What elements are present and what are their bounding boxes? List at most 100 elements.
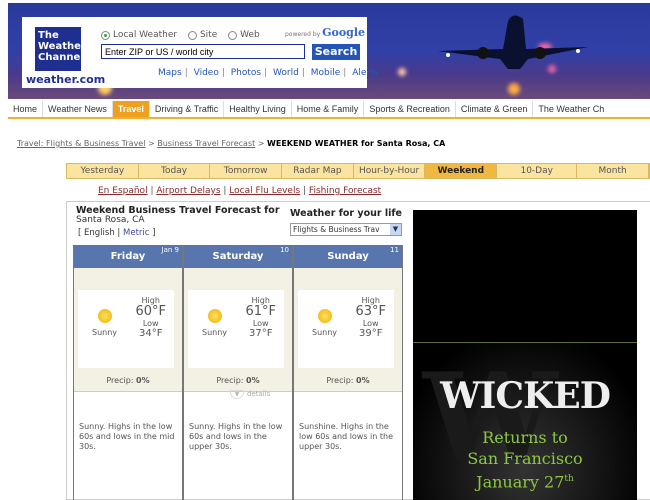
breadcrumb-travel[interactable]: Travel: Flights & Business Travel	[17, 139, 145, 148]
link-maps[interactable]: Maps	[158, 68, 182, 78]
precip-value: 0%	[246, 376, 260, 385]
day-header[interactable]: Friday Jan 9	[74, 245, 182, 268]
ad-date: January 27	[476, 472, 565, 492]
link-espanol[interactable]: En Español	[98, 186, 148, 196]
day-date: 11	[390, 246, 399, 254]
breadcrumb: Travel: Flights & Business Travel > Busi…	[17, 139, 445, 148]
tab-yesterday[interactable]: Yesterday	[67, 164, 139, 178]
bracket: ]	[152, 228, 156, 238]
low-temp: 39°F	[358, 328, 383, 339]
sub-links: En Español | Airport Delays | Local Flu …	[98, 186, 382, 196]
nav-home-family[interactable]: Home & Family	[292, 101, 365, 117]
weather-channel-logo[interactable]: The Weather Channel	[35, 27, 86, 71]
airplane-image	[438, 15, 588, 70]
metric-units-link[interactable]: Metric	[123, 228, 149, 238]
link-mobile[interactable]: Mobile	[311, 68, 341, 78]
radio-site[interactable]: Site	[187, 30, 218, 40]
day-name: Sunday	[327, 251, 369, 262]
tab-radar-map[interactable]: Radar Map	[282, 164, 354, 178]
header-links: Maps | Video | Photos | World | Mobile | Aler…	[158, 68, 379, 78]
day-column-sunday: Sunday 11 Sunny High 63°F Low 39°F Precip: 0…	[293, 245, 403, 500]
sunny-icon	[208, 309, 222, 323]
tab-weekend[interactable]: Weekend	[425, 164, 498, 178]
day-header[interactable]: Sunday 11	[294, 245, 402, 268]
nav-climate-green[interactable]: Climate & Green	[456, 101, 534, 117]
powered-by-text: powered by	[285, 31, 321, 38]
weather-for-your-life-label: Weather for your life	[290, 208, 402, 219]
search-input[interactable]	[101, 44, 305, 59]
radio-label: Web	[240, 30, 260, 40]
nav-home[interactable]: Home	[8, 101, 44, 117]
day-date: 10	[280, 246, 289, 254]
breadcrumb-current: WEEKEND WEATHER for Santa Rosa, CA	[267, 139, 446, 148]
ad-line: January 27th	[413, 469, 637, 492]
tab-10-day[interactable]: 10-Day	[497, 164, 578, 178]
logo-text: The	[38, 30, 59, 41]
day-column-friday: Friday Jan 9 Sunny High 60°F Low 34°F Precip…	[73, 245, 183, 500]
low-label: Low	[252, 319, 269, 328]
google-logo: Google	[322, 26, 366, 39]
nav-healthy-living[interactable]: Healthy Living	[224, 101, 292, 117]
temperatures: High 61°F Low 37°F	[245, 296, 276, 339]
low-temp: 34°F	[138, 328, 163, 339]
radio-web[interactable]: Web	[228, 30, 260, 40]
radio-label: Site	[199, 30, 218, 40]
chevron-down-icon[interactable]: ▼	[390, 224, 401, 235]
conditions-box: Sunny High 63°F Low 39°F	[298, 290, 394, 368]
link-world[interactable]: World	[273, 68, 299, 78]
unit-toggle: [ English | Metric ]	[78, 228, 156, 238]
precip-label: Precip:	[216, 376, 244, 385]
day-description: Sunny. Highs in the low 60s and lows in …	[79, 422, 175, 451]
tab-hour-by-hour[interactable]: Hour-by-Hour	[353, 164, 426, 178]
link-flu-levels[interactable]: Local Flu Levels	[229, 186, 300, 196]
english-units[interactable]: English	[84, 228, 115, 238]
conditions-box: Sunny High 60°F Low 34°F	[78, 290, 174, 368]
day-date: Jan 9	[161, 246, 179, 254]
high-temp: 61°F	[245, 304, 276, 319]
precip: Precip: 0%	[184, 376, 292, 385]
ad-title: WICKED	[440, 375, 611, 417]
logo-text: Channel	[38, 52, 84, 63]
site-name[interactable]: weather.com	[26, 73, 105, 86]
nav-sports-recreation[interactable]: Sports & Recreation	[364, 101, 456, 117]
ad-line: San Francisco	[467, 449, 583, 468]
high-temp: 60°F	[135, 304, 166, 319]
main-nav: Home Weather News Travel Driving & Traff…	[8, 101, 650, 119]
breadcrumb-sep: >	[148, 139, 155, 148]
logo-text: Weather	[38, 41, 86, 52]
link-fishing-forecast[interactable]: Fishing Forecast	[309, 186, 381, 196]
day-name: Friday	[110, 251, 146, 262]
search-button[interactable]: Search	[312, 44, 360, 60]
search-scope: Local Weather Site Web	[101, 30, 268, 43]
low-temp: 37°F	[248, 328, 273, 339]
nav-weather-channel[interactable]: The Weather Ch	[533, 101, 609, 117]
radio-local-weather[interactable]: Local Weather	[101, 30, 177, 40]
chevron-down-icon: ▼	[230, 390, 244, 399]
ad-text: Returns to San Francisco January 27th	[413, 427, 637, 492]
link-video[interactable]: Video	[194, 68, 219, 78]
day-description: Sunshine. Highs in the low 60s and lows …	[299, 422, 394, 451]
day-name: Saturday	[212, 251, 264, 262]
condition-text: Sunny	[92, 328, 118, 337]
precip-label: Precip:	[326, 376, 354, 385]
radio-label: Local Weather	[113, 30, 178, 40]
ad-image: W WICKED Returns to San Francisco Januar…	[413, 342, 637, 500]
tab-tomorrow[interactable]: Tomorrow	[210, 164, 283, 178]
day-header[interactable]: Saturday 10	[184, 245, 292, 268]
wicked-advertisement[interactable]: W WICKED Returns to San Francisco Januar…	[413, 210, 637, 500]
ad-date-suffix: th	[564, 474, 574, 484]
sunny-icon	[318, 309, 332, 323]
details-toggle[interactable]: ▼ details	[230, 390, 270, 399]
breadcrumb-business-forecast[interactable]: Business Travel Forecast	[157, 139, 255, 148]
link-airport-delays[interactable]: Airport Delays	[156, 186, 220, 196]
tab-today[interactable]: Today	[138, 164, 211, 178]
life-category-select[interactable]: Flights & Business Trav ▼	[290, 223, 402, 236]
link-photos[interactable]: Photos	[231, 68, 261, 78]
tab-month[interactable]: Month	[577, 164, 649, 178]
nav-travel[interactable]: Travel	[112, 101, 150, 117]
nav-driving-traffic[interactable]: Driving & Traffic	[150, 101, 225, 117]
high-temp: 63°F	[355, 304, 386, 319]
nav-weather-news[interactable]: Weather News	[43, 101, 113, 117]
link-alerts[interactable]: Alerts	[352, 68, 378, 78]
day-summary: Sunny High 63°F Low 39°F Precip: 0%	[294, 268, 402, 392]
